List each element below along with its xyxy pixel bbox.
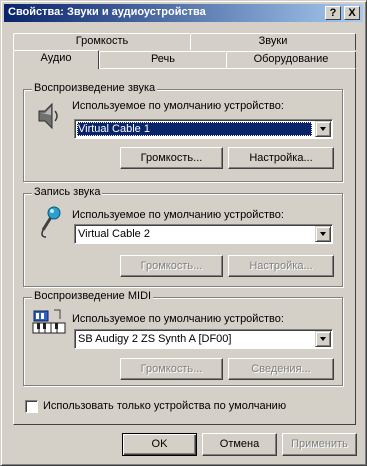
midi-device-dropdown[interactable]: SB Audigy 2 ZS Synth A [DF00] xyxy=(74,329,333,349)
recording-device-label: Используемое по умолчанию устройство: xyxy=(72,209,284,221)
only-default-devices-checkbox[interactable] xyxy=(25,400,38,413)
playback-device-dropdown[interactable]: Virtual Cable 1 xyxy=(74,119,333,139)
title-bar[interactable]: Свойства: Звуки и аудиоустройства ? X xyxy=(4,4,363,22)
midi-group-title: Воспроизведение MIDI xyxy=(32,290,154,302)
playback-volume-button[interactable]: Громкость... xyxy=(120,147,223,169)
only-default-devices-label[interactable]: Использовать только устройства по умолча… xyxy=(43,400,286,412)
recording-device-dropdown[interactable]: Virtual Cable 2 xyxy=(74,224,333,244)
chevron-down-icon[interactable] xyxy=(315,226,331,242)
cancel-button[interactable]: Отмена xyxy=(202,433,277,456)
midi-keyboard-icon xyxy=(32,309,66,334)
midi-device-value: SB Audigy 2 ZS Synth A [DF00] xyxy=(78,333,232,345)
tab-hardware[interactable]: Оборудование xyxy=(226,51,356,68)
chevron-down-icon[interactable] xyxy=(315,121,331,137)
playback-group-title: Воспроизведение звука xyxy=(32,82,158,94)
speaker-icon xyxy=(38,102,58,130)
close-button[interactable]: X xyxy=(344,6,360,20)
microphone-icon xyxy=(41,206,61,238)
playback-device-label: Используемое по умолчанию устройство: xyxy=(72,100,284,112)
help-button[interactable]: ? xyxy=(325,6,341,20)
midi-volume-button[interactable]: Громкость... xyxy=(120,358,223,380)
sound-properties-window: Свойства: Звуки и аудиоустройства ? X Гр… xyxy=(0,0,367,466)
recording-device-value: Virtual Cable 2 xyxy=(78,228,150,240)
tab-speech[interactable]: Речь xyxy=(99,51,227,68)
window-title: Свойства: Звуки и аудиоустройства xyxy=(8,6,206,18)
playback-settings-button[interactable]: Настройка... xyxy=(228,147,334,169)
recording-settings-button[interactable]: Настройка... xyxy=(228,255,334,277)
playback-device-value: Virtual Cable 1 xyxy=(77,122,312,136)
recording-volume-button[interactable]: Громкость... xyxy=(120,255,223,277)
midi-info-button[interactable]: Сведения... xyxy=(228,358,334,380)
chevron-down-icon[interactable] xyxy=(315,331,331,347)
ok-button[interactable]: OK xyxy=(122,433,197,456)
apply-button[interactable]: Применить xyxy=(282,433,357,456)
tab-sounds[interactable]: Звуки xyxy=(190,33,356,50)
tab-audio[interactable]: Аудио xyxy=(13,50,99,69)
tab-volume[interactable]: Громкость xyxy=(13,33,191,50)
midi-device-label: Используемое по умолчанию устройство: xyxy=(72,313,284,325)
recording-group-title: Запись звука xyxy=(32,186,103,198)
